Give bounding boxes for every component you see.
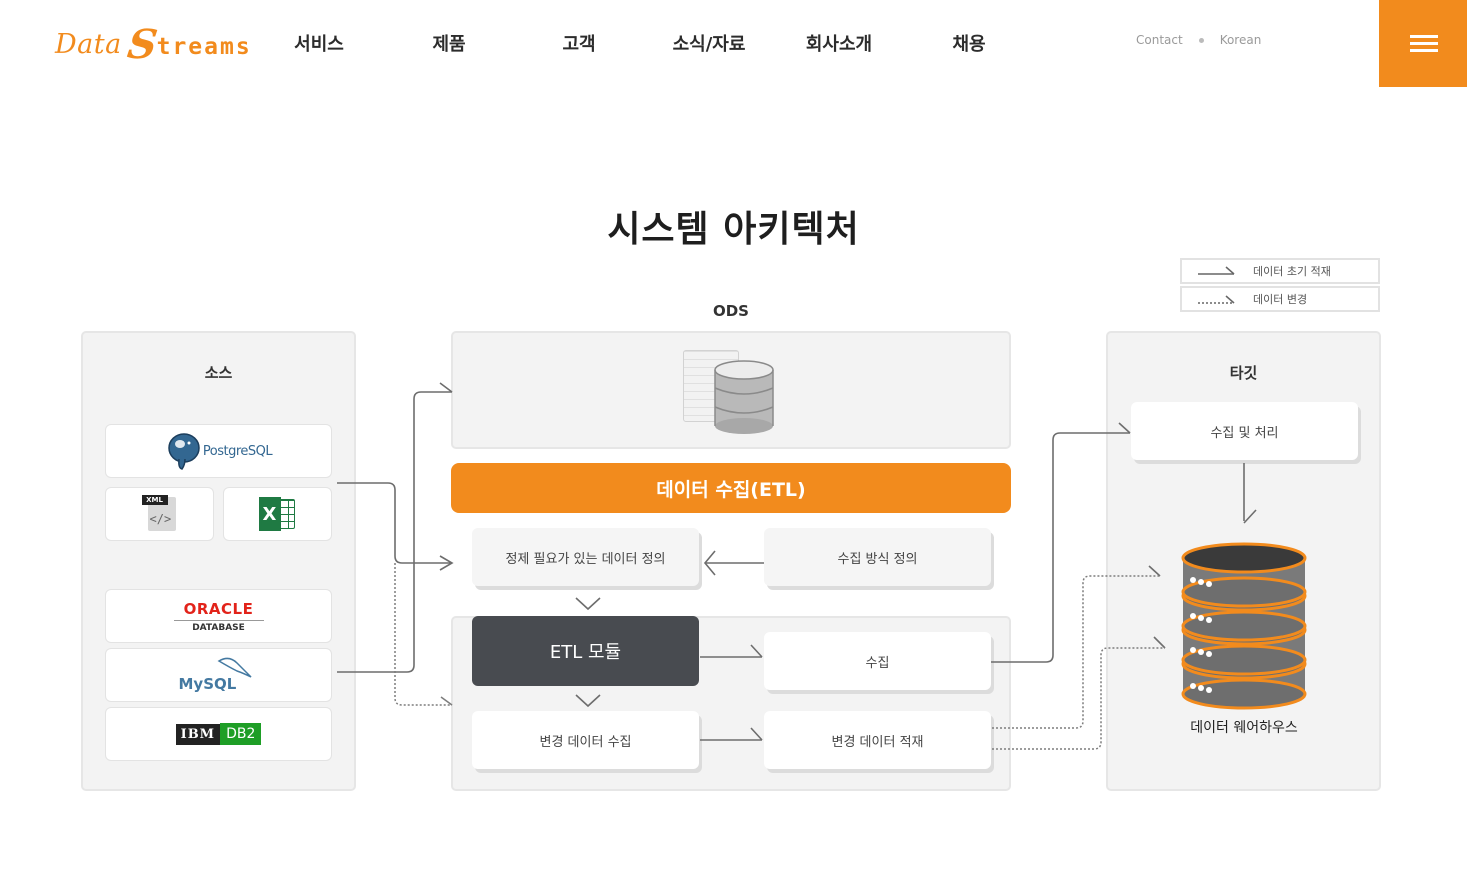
dotted-arrow-icon <box>1198 295 1235 304</box>
logo-text-data: Data <box>55 28 122 60</box>
nav-item-services[interactable]: 서비스 <box>254 30 384 56</box>
dotted-source-to-cdc <box>394 563 452 706</box>
legend-change-data-label: 데이터 변경 <box>1253 293 1308 306</box>
ods-title: ODS <box>712 302 749 320</box>
process-box: 수집 및 처리 <box>1131 402 1358 460</box>
cdc-box: 변경 데이터 수집 <box>472 711 699 769</box>
target-title: 타깃 <box>1229 364 1258 382</box>
nav-item-products[interactable]: 제품 <box>384 30 514 56</box>
hamburger-menu-button[interactable] <box>1379 0 1467 87</box>
separator-dot <box>1198 37 1204 43</box>
oracle-wordmark: ORACLE <box>183 599 254 618</box>
legend-initial-load: 데이터 초기 적재 <box>1180 258 1380 284</box>
define-method-box: 수집 방식 정의 <box>764 528 991 586</box>
solid-arrow-icon <box>1198 266 1235 275</box>
database-file-icon <box>681 346 781 438</box>
page: Data S treams 서비스 제품 고객 소식/자료 회사소개 채용 Co… <box>0 0 1467 878</box>
nav-item-about[interactable]: 회사소개 <box>774 30 904 56</box>
db-cylinder-icon <box>714 360 774 434</box>
language-link[interactable]: Korean <box>1220 33 1262 47</box>
code-brackets-icon: </> <box>149 512 172 526</box>
util-links: Contact Korean <box>1136 33 1261 47</box>
nav-item-news[interactable]: 소식/자료 <box>644 30 774 56</box>
postgresql-elephant-icon <box>168 433 200 470</box>
contact-link[interactable]: Contact <box>1136 33 1183 47</box>
menu-icon-line <box>1410 35 1438 38</box>
legend-initial-load-label: 데이터 초기 적재 <box>1253 265 1331 278</box>
mysql-logo: MySQL <box>179 655 259 695</box>
db-disk-1 <box>1181 542 1307 608</box>
main-nav: 서비스 제품 고객 소식/자료 회사소개 채용 <box>254 30 1034 56</box>
legend-change-data: 데이터 변경 <box>1180 286 1380 312</box>
db2-badge: DB2 <box>220 723 262 745</box>
etl-module-box: ETL 모듈 <box>472 616 699 686</box>
nav-item-customers[interactable]: 고객 <box>514 30 644 56</box>
ibm-logo: IBM <box>175 723 221 745</box>
page-title: 시스템 아키텍처 <box>607 209 860 250</box>
xml-card: XML </> <box>105 487 214 541</box>
source-title: 소스 <box>204 364 233 382</box>
nav-item-careers[interactable]: 채용 <box>904 30 1034 56</box>
logo[interactable]: Data S treams <box>55 20 252 68</box>
data-warehouse-label: 데이터 웨어하우스 <box>1190 720 1298 736</box>
excel-card: X <box>223 487 332 541</box>
chevron-down-icon <box>575 597 601 611</box>
collect-box: 수집 <box>764 632 991 690</box>
menu-icon-line <box>1410 49 1438 52</box>
data-warehouse-icon <box>1181 542 1307 710</box>
xml-file-icon: XML </> <box>141 495 178 533</box>
define-data-box: 정제 필요가 있는 데이터 정의 <box>472 528 699 586</box>
xml-badge: XML <box>141 495 168 505</box>
oracle-database-label: DATABASE <box>173 619 264 633</box>
excel-badge: X <box>258 497 281 531</box>
excel-icon: X <box>258 497 297 531</box>
postgresql-card: PostgreSQL <box>105 424 332 478</box>
menu-icon-line <box>1410 42 1438 45</box>
mysql-card: MySQL <box>105 648 332 702</box>
etl-collection-bar: 데이터 수집(ETL) <box>451 463 1011 513</box>
logo-text-s: S <box>124 20 160 68</box>
ibm-db2-card: IBM DB2 <box>105 707 332 761</box>
oracle-card: ORACLE DATABASE <box>105 589 332 643</box>
cdc-load-box: 변경 데이터 적재 <box>764 711 991 769</box>
postgresql-wordmark: PostgreSQL <box>202 443 273 459</box>
logo-text-treams: treams <box>156 34 252 60</box>
mysql-wordmark: MySQL <box>178 675 237 693</box>
